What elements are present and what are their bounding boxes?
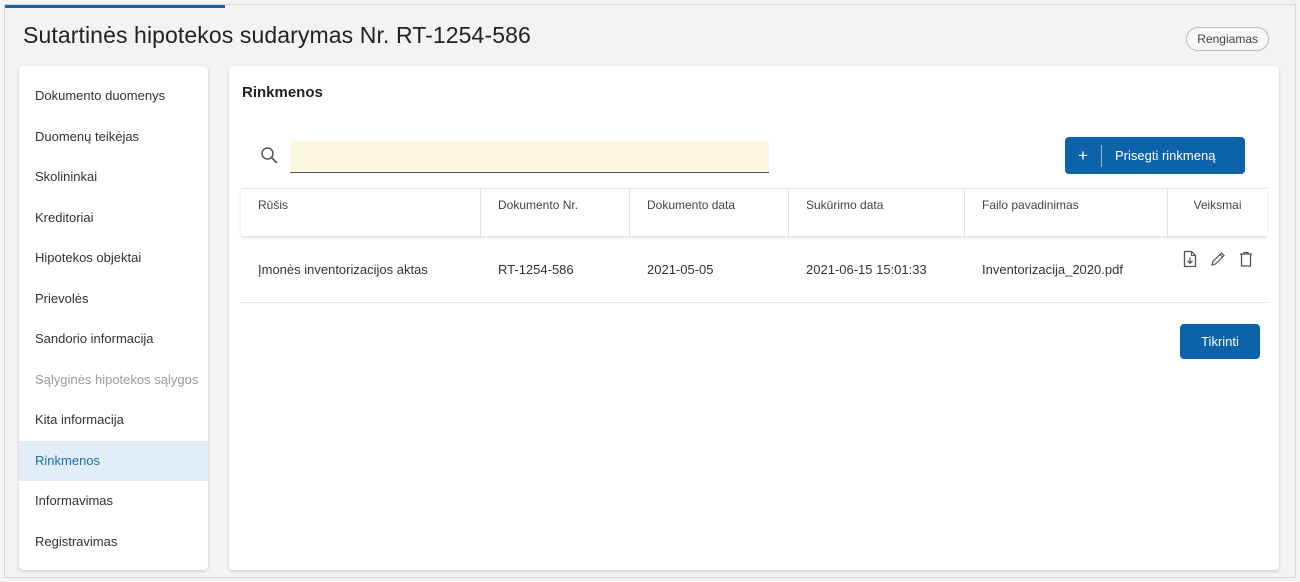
files-panel: Rinkmenos + Prisegti rinkmeną Rūšis Doku… bbox=[229, 66, 1279, 570]
column-header-file-name[interactable]: Failo pavadinimas bbox=[965, 189, 1168, 237]
sidebar-item-salygines-hipotekos-salygos: Sąlyginės hipotekos sąlygos bbox=[35, 371, 199, 387]
column-header-doc-no[interactable]: Dokumento Nr. bbox=[481, 189, 630, 237]
sidebar-item-rinkmenos[interactable]: Rinkmenos bbox=[19, 440, 208, 481]
sidebar-item-hipotekos-objektai[interactable]: Hipotekos objektai bbox=[19, 238, 208, 279]
column-header-doc-date[interactable]: Dokumento data bbox=[630, 189, 789, 237]
attach-file-button[interactable]: + Prisegti rinkmeną bbox=[1065, 137, 1245, 174]
search-input[interactable] bbox=[290, 141, 769, 173]
sidebar-item-prievoles[interactable]: Prievolės bbox=[19, 279, 208, 320]
download-file-icon[interactable] bbox=[1181, 250, 1199, 268]
sidebar-item-kita-informacija[interactable]: Kita informacija bbox=[19, 400, 208, 441]
cell-file-name: Inventorizacija_2020.pdf bbox=[982, 261, 1123, 277]
sidebar-item-duomenu-teikejas[interactable]: Duomenų teikėjas bbox=[19, 117, 208, 158]
status-badge: Rengiamas bbox=[1186, 27, 1269, 51]
sidebar-item-registravimas[interactable]: Registravimas bbox=[19, 522, 208, 563]
cell-type: Įmonės inventorizacijos aktas bbox=[258, 261, 428, 277]
sidebar-item-kreditoriai[interactable]: Kreditoriai bbox=[19, 198, 208, 239]
section-title: Rinkmenos bbox=[242, 84, 323, 101]
edit-pencil-icon[interactable] bbox=[1209, 250, 1227, 268]
delete-trash-icon[interactable] bbox=[1237, 250, 1255, 268]
check-button[interactable]: Tikrinti bbox=[1180, 324, 1260, 359]
table-row: Įmonės inventorizacijos aktas RT-1254-58… bbox=[241, 236, 1267, 303]
column-header-actions: Veiksmai bbox=[1193, 198, 1242, 212]
sidebar-nav: Dokumento duomenys Duomenų teikėjas Skol… bbox=[19, 66, 208, 570]
cell-created: 2021-06-15 15:01:33 bbox=[806, 261, 927, 277]
sidebar-item-skolininkai[interactable]: Skolininkai bbox=[19, 157, 208, 198]
table-header: Rūšis Dokumento Nr. Dokumento data Sukūr… bbox=[241, 188, 1267, 237]
attach-file-button-label: Prisegti rinkmeną bbox=[1115, 148, 1216, 163]
column-header-type[interactable]: Rūšis bbox=[241, 189, 481, 237]
row-actions bbox=[1168, 244, 1267, 268]
sidebar-item-dokumento-duomenys[interactable]: Dokumento duomenys bbox=[19, 76, 208, 117]
cell-doc-no: RT-1254-586 bbox=[498, 261, 574, 277]
plus-icon: + bbox=[1065, 144, 1102, 167]
cell-doc-date: 2021-05-05 bbox=[647, 261, 714, 277]
sidebar-item-informavimas[interactable]: Informavimas bbox=[19, 481, 208, 522]
sidebar-item-sandorio-informacija[interactable]: Sandorio informacija bbox=[19, 319, 208, 360]
files-table: Rūšis Dokumento Nr. Dokumento data Sukūr… bbox=[241, 188, 1267, 303]
search-icon bbox=[260, 146, 278, 164]
page-title: Sutartinės hipotekos sudarymas Nr. RT-12… bbox=[23, 22, 531, 48]
column-header-created[interactable]: Sukūrimo data bbox=[789, 189, 965, 237]
top-accent-bar bbox=[5, 5, 225, 8]
